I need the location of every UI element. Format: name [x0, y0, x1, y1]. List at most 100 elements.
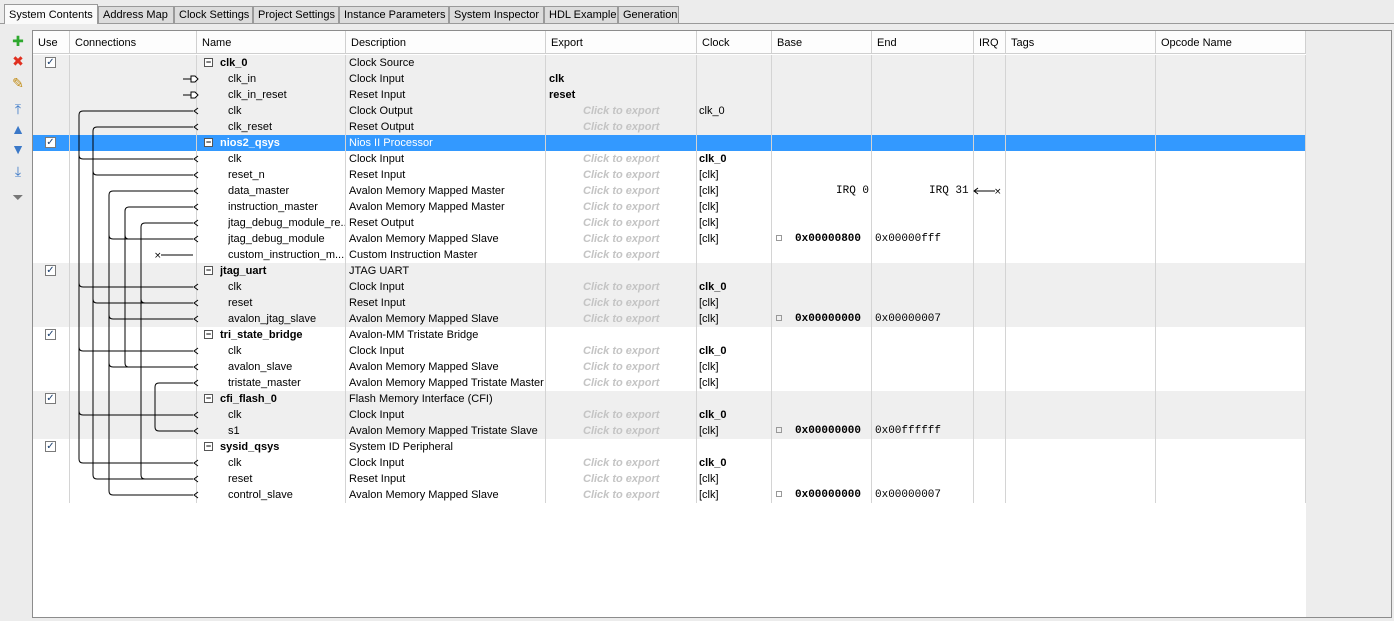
connection-endpoint[interactable] [193, 187, 199, 195]
connection-endpoint[interactable] [193, 299, 199, 307]
tab-clock-settings[interactable]: Clock Settings [174, 6, 253, 23]
add-button[interactable]: ✚ [8, 32, 28, 50]
connection-endpoint[interactable] [193, 219, 199, 227]
tab-project-settings[interactable]: Project Settings [253, 6, 339, 23]
export-value[interactable]: reset [549, 87, 695, 103]
connections-graph[interactable]: × [33, 31, 203, 531]
move-bottom-button[interactable]: ⤓ [8, 162, 28, 180]
connection-endpoint[interactable] [193, 123, 199, 131]
connection-endpoint[interactable] [193, 379, 199, 387]
edit-button[interactable]: ✎ [8, 74, 28, 92]
column-header-base[interactable]: Base [772, 31, 872, 53]
component-row[interactable]: ✓ − jtag_uart JTAG UART [33, 263, 1306, 279]
column-header-irq[interactable]: IRQ [974, 31, 1006, 53]
interface-row[interactable]: avalon_slave Avalon Memory Mapped Slave Cl… [33, 359, 1306, 375]
tab-system-contents[interactable]: System Contents [4, 4, 98, 24]
base-address[interactable]: 0x00000000 [795, 487, 871, 503]
move-top-button[interactable]: ⤒ [8, 100, 28, 118]
clock-value[interactable]: clk_0 [699, 279, 769, 295]
lock-icon[interactable] [776, 427, 782, 433]
clock-value[interactable]: clk_0 [699, 151, 769, 167]
click-to-export[interactable]: Click to export [583, 343, 695, 359]
component-row[interactable]: ✓ − nios2_qsys Nios II Processor [33, 135, 1306, 151]
unconnected-marker[interactable]: × [154, 251, 162, 261]
click-to-export[interactable]: Click to export [583, 279, 695, 295]
interface-row[interactable]: reset_n Reset Input Click to export [clk] [33, 167, 1306, 183]
interface-row[interactable]: clk_in Clock Input clk [33, 71, 1306, 87]
interface-row[interactable]: control_slave Avalon Memory Mapped Slave C… [33, 487, 1306, 503]
clock-value[interactable]: [clk] [699, 215, 769, 231]
connection-endpoint[interactable] [193, 315, 199, 323]
tab-system-inspector[interactable]: System Inspector [449, 6, 544, 23]
tab-generation[interactable]: Generation [618, 6, 679, 23]
clock-value[interactable]: [clk] [699, 199, 769, 215]
column-header-export[interactable]: Export [546, 31, 697, 53]
component-row[interactable]: ✓ − clk_0 Clock Source [33, 55, 1306, 71]
column-header-clock[interactable]: Clock [697, 31, 772, 53]
click-to-export[interactable]: Click to export [583, 455, 695, 471]
clock-value[interactable]: [clk] [699, 167, 769, 183]
component-row[interactable]: ✓ − tri_state_bridge Avalon-MM Tristate Bri… [33, 327, 1306, 343]
interface-row[interactable]: jtag_debug_module_re... Reset Output Click… [33, 215, 1306, 231]
collapse-toggle-icon[interactable]: − [204, 266, 213, 275]
connection-endpoint[interactable] [193, 459, 199, 467]
component-row[interactable]: ✓ − sysid_qsys System ID Peripheral [33, 439, 1306, 455]
filter-button[interactable]: ⏷ [8, 188, 28, 206]
export-endpoint[interactable] [183, 91, 199, 99]
base-address[interactable]: 0x00000000 [795, 423, 871, 439]
lock-icon[interactable] [776, 235, 782, 241]
click-to-export[interactable]: Click to export [583, 247, 695, 263]
column-header-description[interactable]: Description [346, 31, 546, 53]
connection-endpoint[interactable] [193, 427, 199, 435]
collapse-toggle-icon[interactable]: − [204, 442, 213, 451]
collapse-toggle-icon[interactable]: − [204, 330, 213, 339]
clock-value[interactable]: [clk] [699, 471, 769, 487]
click-to-export[interactable]: Click to export [583, 215, 695, 231]
click-to-export[interactable]: Click to export [583, 103, 695, 119]
clock-value[interactable]: [clk] [699, 183, 769, 199]
interface-row[interactable]: instruction_master Avalon Memory Mapped M… [33, 199, 1306, 215]
connection-endpoint[interactable] [193, 107, 199, 115]
interface-row[interactable]: clk Clock Output Click to export clk_0 [33, 103, 1306, 119]
connection-endpoint[interactable] [193, 155, 199, 163]
clock-value[interactable]: [clk] [699, 231, 769, 247]
click-to-export[interactable]: Click to export [583, 167, 695, 183]
interface-row[interactable]: custom_instruction_m... Custom Instructio… [33, 247, 1306, 263]
lock-icon[interactable] [776, 491, 782, 497]
connection-endpoint[interactable] [193, 363, 199, 371]
move-up-button[interactable]: ▲ [8, 120, 28, 138]
interface-row[interactable]: clk Clock Input Click to export clk_0 [33, 279, 1306, 295]
interface-row[interactable]: clk Clock Input Click to export clk_0 [33, 151, 1306, 167]
tab-instance-parameters[interactable]: Instance Parameters [339, 6, 449, 23]
column-header-end[interactable]: End [872, 31, 974, 53]
click-to-export[interactable]: Click to export [583, 231, 695, 247]
clock-value[interactable]: [clk] [699, 311, 769, 327]
interface-row[interactable]: data_master Avalon Memory Mapped Master Cl… [33, 183, 1306, 199]
component-row[interactable]: ✓ − cfi_flash_0 Flash Memory Interface (CFI… [33, 391, 1306, 407]
connection-endpoint[interactable] [193, 235, 199, 243]
click-to-export[interactable]: Click to export [583, 119, 695, 135]
clock-value[interactable]: [clk] [699, 423, 769, 439]
export-endpoint[interactable] [183, 75, 199, 83]
base-address[interactable]: 0x00000800 [795, 231, 871, 247]
collapse-toggle-icon[interactable]: − [204, 58, 213, 67]
clock-value[interactable]: [clk] [699, 295, 769, 311]
interface-row[interactable]: clk Clock Input Click to export clk_0 [33, 455, 1306, 471]
interface-row[interactable]: s1 Avalon Memory Mapped Tristate Slave Cli… [33, 423, 1306, 439]
interface-row[interactable]: clk_in_reset Reset Input reset [33, 87, 1306, 103]
collapse-toggle-icon[interactable]: − [204, 394, 213, 403]
click-to-export[interactable]: Click to export [583, 295, 695, 311]
lock-icon[interactable] [776, 315, 782, 321]
click-to-export[interactable]: Click to export [583, 423, 695, 439]
base-address[interactable]: 0x00000000 [795, 311, 871, 327]
click-to-export[interactable]: Click to export [583, 359, 695, 375]
interface-row[interactable]: clk_reset Reset Output Click to export [33, 119, 1306, 135]
click-to-export[interactable]: Click to export [583, 407, 695, 423]
clock-value[interactable]: clk_0 [699, 103, 769, 119]
interface-row[interactable]: tristate_master Avalon Memory Mapped Tris… [33, 375, 1306, 391]
clock-value[interactable]: [clk] [699, 375, 769, 391]
clock-value[interactable]: [clk] [699, 359, 769, 375]
connection-endpoint[interactable] [193, 491, 199, 499]
click-to-export[interactable]: Click to export [583, 487, 695, 503]
click-to-export[interactable]: Click to export [583, 151, 695, 167]
